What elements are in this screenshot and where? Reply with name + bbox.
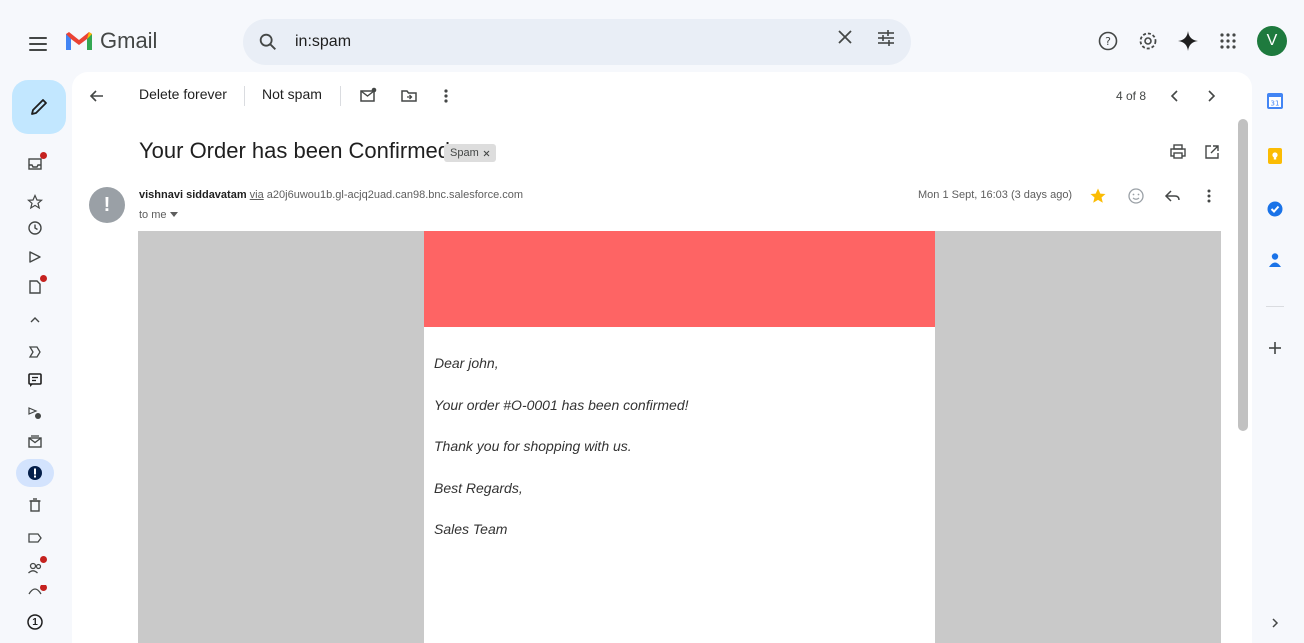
side-panel-divider	[1266, 306, 1284, 307]
pencil-icon	[31, 99, 47, 115]
toolbar-divider	[340, 86, 341, 106]
unread-dot	[40, 152, 47, 159]
settings-icon[interactable]	[1135, 28, 1161, 54]
help-icon[interactable]: ?	[1095, 28, 1121, 54]
account-avatar[interactable]: V	[1257, 26, 1287, 56]
app-name: Gmail	[100, 28, 158, 53]
inbox-icon[interactable]	[22, 152, 48, 175]
message-toolbar: Delete forever Not spam 4 of 8	[72, 72, 1252, 120]
tasks-icon[interactable]	[1264, 198, 1286, 220]
notification-badge[interactable]: 1	[22, 611, 48, 633]
unread-dot	[40, 556, 47, 563]
groups-icon[interactable]	[22, 556, 48, 579]
important-icon[interactable]	[22, 341, 48, 363]
sender-name[interactable]: vishnavi siddavatam	[139, 189, 247, 201]
message-date: Mon 1 Sept, 16:03 (3 days ago)	[918, 189, 1073, 201]
sender-avatar[interactable]: !	[89, 187, 125, 223]
notification-count: 1	[32, 616, 38, 628]
remove-label-icon[interactable]	[483, 150, 490, 157]
calendar-icon[interactable]: 31	[1264, 90, 1286, 112]
sender-domain: a20j6uwou1b.gl-acjq2uad.can98.bnc.salesf…	[266, 189, 524, 201]
email-body: Dear john, Your order #O-0001 has been c…	[424, 231, 935, 643]
apps-grid-icon[interactable]	[1215, 28, 1241, 54]
trash-icon[interactable]	[22, 494, 48, 516]
spam-label-chip[interactable]: Spam	[444, 144, 496, 162]
more-options-icon[interactable]	[436, 86, 456, 106]
keep-icon[interactable]	[1264, 145, 1286, 167]
sender-info: vishnavi siddavatam via a20j6uwou1b.gl-a…	[139, 189, 523, 201]
email-header-banner	[424, 231, 935, 327]
star-icon[interactable]	[1088, 186, 1108, 206]
unread-dot	[40, 585, 47, 591]
mark-unread-icon[interactable]	[358, 86, 378, 106]
add-addon-icon[interactable]	[1264, 337, 1286, 359]
svg-text:?: ?	[1105, 35, 1111, 48]
spam-label-text: Spam	[450, 147, 479, 159]
compose-button[interactable]	[12, 80, 66, 134]
toolbar-divider	[244, 86, 245, 106]
delete-forever-button[interactable]: Delete forever	[139, 86, 227, 102]
recipient-label: to me	[139, 209, 167, 221]
chats-icon[interactable]	[22, 369, 48, 391]
newer-chevron-icon[interactable]	[1165, 86, 1185, 106]
all-mail-icon[interactable]	[22, 431, 48, 453]
message-pane: Delete forever Not spam 4 of 8 Your Orde…	[72, 72, 1252, 643]
gmail-logo[interactable]: Gmail	[64, 26, 157, 56]
search-input[interactable]	[295, 29, 855, 55]
svg-text:31: 31	[1271, 100, 1280, 108]
email-order-line: Your order #O-0001 has been confirmed!	[434, 397, 689, 413]
message-scrollbar[interactable]	[1238, 119, 1248, 431]
gmail-m-icon	[66, 32, 92, 50]
recipient-details[interactable]: to me	[139, 209, 178, 221]
clear-search-icon[interactable]	[836, 28, 854, 46]
more-labels-icon[interactable]	[22, 585, 48, 595]
expand-side-panel-icon[interactable]	[1264, 612, 1286, 634]
search-options-icon[interactable]	[876, 28, 896, 48]
less-chevron-icon[interactable]	[22, 309, 48, 331]
label-icon[interactable]	[22, 527, 48, 549]
older-chevron-icon[interactable]	[1201, 86, 1221, 106]
message-more-icon[interactable]	[1199, 186, 1219, 206]
gemini-icon[interactable]	[1175, 28, 1201, 54]
email-thanks-line: Thank you for shopping with us.	[434, 438, 632, 454]
drafts-icon[interactable]	[22, 275, 48, 298]
caret-down-icon[interactable]	[169, 212, 178, 218]
emoji-reaction-icon[interactable]	[1126, 186, 1146, 206]
via-link[interactable]: via	[250, 189, 264, 201]
sent-icon[interactable]	[22, 246, 48, 268]
search-bar[interactable]	[243, 19, 911, 65]
reply-icon[interactable]	[1163, 186, 1183, 206]
email-signature: Sales Team	[434, 521, 508, 537]
not-spam-button[interactable]: Not spam	[262, 86, 322, 102]
message-pager: 4 of 8	[1116, 89, 1147, 103]
move-to-icon[interactable]	[399, 86, 419, 106]
print-icon[interactable]	[1168, 142, 1188, 162]
snoozed-icon[interactable]	[22, 217, 48, 239]
unread-dot	[40, 275, 47, 282]
email-greeting: Dear john,	[434, 355, 499, 371]
starred-icon[interactable]	[22, 191, 48, 213]
search-icon[interactable]	[257, 31, 279, 53]
back-arrow-icon[interactable]	[87, 86, 107, 106]
main-menu-button[interactable]	[20, 30, 56, 58]
open-in-new-window-icon[interactable]	[1202, 142, 1222, 162]
email-closing: Best Regards,	[434, 480, 523, 496]
contacts-icon[interactable]	[1264, 249, 1286, 271]
scheduled-icon[interactable]	[22, 402, 48, 424]
message-subject: Your Order has been Confirmed	[139, 138, 451, 163]
spam-icon[interactable]	[22, 462, 48, 484]
